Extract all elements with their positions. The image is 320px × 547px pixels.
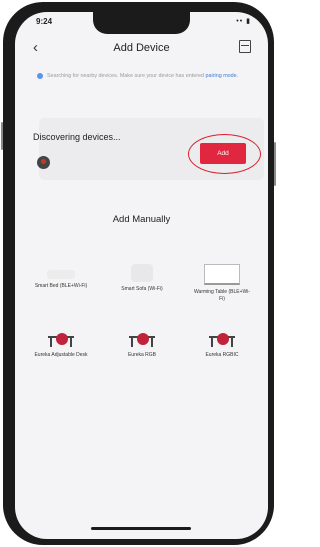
product-label: Eureka RGB: [127, 352, 157, 358]
table-icon: [204, 264, 240, 285]
product-label: Eureka Adjustable Desk: [34, 352, 88, 358]
notice-text: Searching for nearby devices. Make sure …: [47, 73, 206, 79]
scan-icon[interactable]: [239, 40, 251, 53]
product-label: Warming Table (BLE+Wi-Fi): [194, 289, 250, 302]
side-button: [1, 122, 3, 150]
product-label: Eureka RGBIC: [205, 352, 239, 358]
screen: 9:24 •• ▮ ‹ Add Device Searching for nea…: [15, 12, 268, 539]
sofa-icon: [131, 264, 153, 282]
product-label: Smart Sofa (Wi-Fi): [121, 286, 163, 292]
status-time: 9:24: [36, 17, 53, 26]
pairing-mode-link[interactable]: pairing mode.: [206, 73, 239, 79]
page-title: Add Device: [113, 42, 170, 54]
phone-frame: 9:24 •• ▮ ‹ Add Device Searching for nea…: [1, 2, 276, 545]
notch: [93, 12, 190, 34]
desk-icon: [48, 333, 74, 348]
nav-bar: ‹ Add Device: [15, 37, 268, 61]
home-indicator[interactable]: [91, 527, 191, 530]
product-smart-sofa[interactable]: Smart Sofa (Wi-Fi): [112, 264, 172, 293]
info-icon: [37, 73, 43, 79]
product-eureka-rgb[interactable]: Eureka RGB: [112, 330, 172, 359]
highlight-circle: [188, 134, 261, 174]
add-manually-label: Add Manually: [112, 214, 171, 225]
pairing-notice: Searching for nearby devices. Make sure …: [37, 72, 257, 81]
product-warming-table[interactable]: Warming Table (BLE+Wi-Fi): [192, 264, 252, 303]
bed-icon: [47, 270, 75, 279]
discover-title: Discovering devices...: [33, 132, 121, 142]
product-smart-bed[interactable]: Smart Bed (BLE+Wi-Fi): [31, 264, 91, 290]
desk-rgb-icon: [129, 333, 155, 348]
side-button: [274, 142, 276, 186]
product-eureka-desk[interactable]: Eureka Adjustable Desk: [31, 330, 91, 359]
product-eureka-rgbic[interactable]: Eureka RGBIC: [192, 330, 252, 359]
found-device-icon: [37, 156, 50, 169]
desk-rgbic-icon: [209, 333, 235, 348]
status-icons: •• ▮: [236, 18, 251, 25]
product-label: Smart Bed (BLE+Wi-Fi): [34, 283, 88, 289]
